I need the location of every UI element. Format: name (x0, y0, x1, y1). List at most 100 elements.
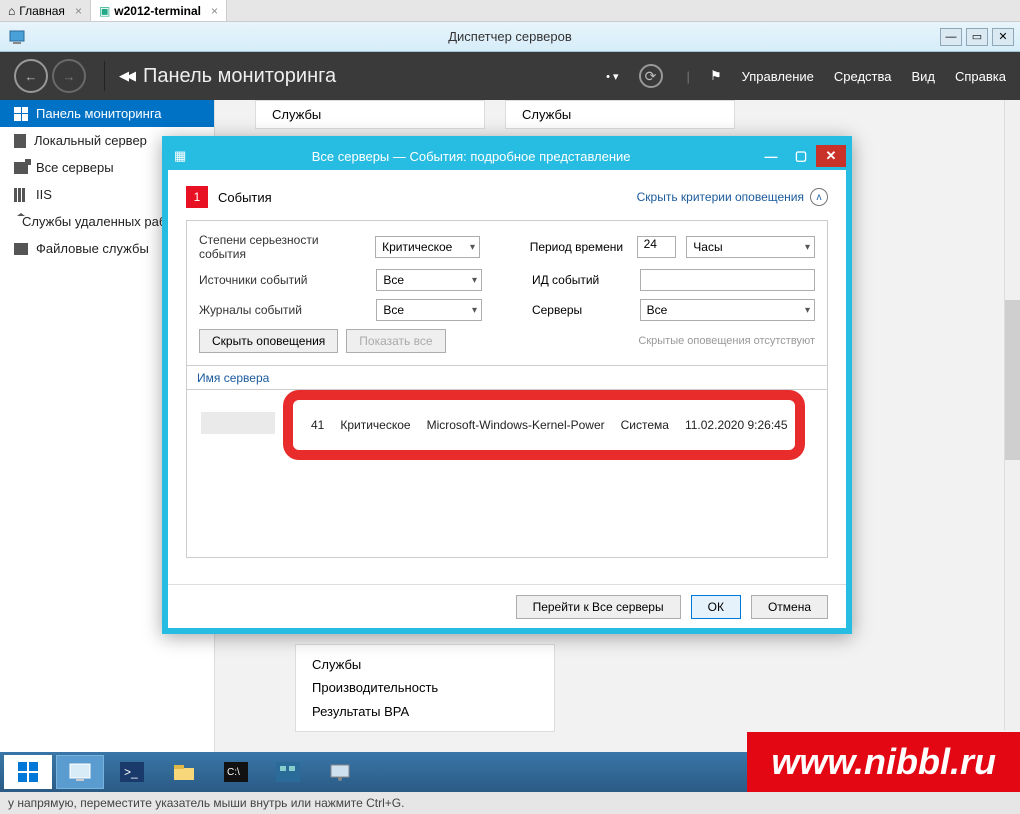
eventid-label: ИД событий (532, 273, 630, 287)
dialog-close-button[interactable]: ✕ (816, 145, 846, 167)
grid-body: 41 Критическое Microsoft-Windows-Kernel-… (186, 390, 828, 558)
app-icon (8, 28, 26, 46)
close-icon[interactable]: × (211, 4, 218, 18)
card-services-1[interactable]: Службы (255, 100, 485, 129)
banner-text: www.nibbl.ru (771, 741, 996, 783)
taskbar-powershell[interactable]: >_ (108, 755, 156, 789)
goto-servers-button[interactable]: Перейти к Все серверы (516, 595, 681, 619)
cell-severity: Критическое (340, 418, 410, 432)
separator: | (687, 69, 690, 84)
taskbar-app1[interactable] (264, 755, 312, 789)
browser-tab-terminal[interactable]: ▣ w2012-terminal × (91, 0, 227, 21)
status-text: у напрямую, переместите указатель мыши в… (8, 796, 404, 810)
servers-icon (14, 162, 28, 174)
cell-log: Система (621, 418, 669, 432)
browser-tabs: ⌂ Главная × ▣ w2012-terminal × (0, 0, 1020, 22)
window-titlebar: Диспетчер серверов — ▭ ✕ (0, 22, 1020, 52)
menu-help[interactable]: Справка (955, 69, 1006, 84)
svg-text:C:\: C:\ (227, 767, 240, 778)
maximize-button[interactable]: ▭ (966, 28, 988, 46)
start-button[interactable] (4, 755, 52, 789)
none-hidden-label: Скрытые оповещения отсутствуют (638, 335, 815, 347)
grid-header[interactable]: Имя сервера (186, 366, 828, 390)
event-row[interactable]: 41 Критическое Microsoft-Windows-Kernel-… (311, 418, 788, 432)
card-summary: Службы Производительность Результаты BPA (295, 644, 555, 732)
status-bar: у напрямую, переместите указатель мыши в… (0, 792, 1020, 814)
tab-label: Главная (19, 4, 65, 18)
servers-select[interactable]: Все (640, 299, 815, 321)
server-name-cell-blurred (201, 412, 275, 434)
events-label: События (218, 190, 272, 205)
hide-criteria-link[interactable]: Скрыть критерии оповещения ʌ (637, 188, 828, 206)
menu-tools[interactable]: Средства (834, 69, 892, 84)
home-icon: ⌂ (8, 4, 15, 18)
sidebar-label: Файловые службы (36, 241, 149, 256)
event-count-badge: 1 (186, 186, 208, 208)
dialog-titlebar: ▦ Все серверы — События: подробное предс… (168, 142, 846, 170)
dialog-minimize-button[interactable]: — (756, 145, 786, 167)
show-all-button[interactable]: Показать все (346, 329, 445, 353)
dialog-title: Все серверы — События: подробное предста… (186, 149, 756, 164)
card-line[interactable]: Производительность (312, 676, 538, 699)
cell-id: 41 (311, 418, 324, 432)
watermark-banner: www.nibbl.ru (747, 732, 1020, 792)
period-input[interactable]: 24 (637, 236, 677, 258)
server-icon: ▣ (99, 4, 110, 18)
menu-manage[interactable]: Управление (742, 69, 814, 84)
sources-select[interactable]: Все (376, 269, 482, 291)
close-button[interactable]: ✕ (992, 28, 1014, 46)
taskbar-app2[interactable] (316, 755, 364, 789)
taskbar-server-manager[interactable] (56, 755, 104, 789)
card-line[interactable]: Службы (312, 653, 538, 676)
servers-label: Серверы (532, 303, 630, 317)
dialog-body: 1 События Скрыть критерии оповещения ʌ С… (168, 170, 846, 584)
forward-button[interactable]: → (52, 59, 86, 93)
logs-label: Журналы событий (199, 303, 366, 317)
dialog-maximize-button[interactable]: ▢ (786, 145, 816, 167)
scrollbar-thumb[interactable] (1005, 300, 1020, 460)
tab-label: w2012-terminal (114, 4, 201, 18)
menu-view[interactable]: Вид (911, 69, 935, 84)
sidebar-label: Все серверы (36, 160, 114, 175)
breadcrumb-back[interactable]: ◀◀ (119, 68, 133, 84)
cell-source: Microsoft-Windows-Kernel-Power (427, 418, 605, 432)
cancel-button[interactable]: Отмена (751, 595, 828, 619)
taskbar-explorer[interactable] (160, 755, 208, 789)
sources-label: Источники событий (199, 273, 366, 287)
dialog-footer: Перейти к Все серверы ОК Отмена (168, 584, 846, 628)
sidebar-label: Панель мониторинга (36, 106, 162, 121)
back-button[interactable]: ← (14, 59, 48, 93)
sidebar-label: Локальный сервер (34, 133, 147, 148)
eventid-input[interactable] (640, 269, 815, 291)
dialog-icon: ▦ (174, 148, 186, 164)
ok-button[interactable]: ОК (691, 595, 741, 619)
cell-datetime: 11.02.2020 9:26:45 (685, 418, 788, 432)
events-dialog: ▦ Все серверы — События: подробное предс… (162, 136, 852, 634)
card-line[interactable]: Результаты BPA (312, 700, 538, 723)
card-services-2[interactable]: Службы (505, 100, 735, 129)
browser-tab-home[interactable]: ⌂ Главная × (0, 0, 91, 21)
severity-label: Степени серьезности события (199, 233, 365, 261)
svg-text:>_: >_ (124, 765, 138, 779)
hide-alerts-button[interactable]: Скрыть оповещения (199, 329, 338, 353)
logs-select[interactable]: Все (376, 299, 482, 321)
header-ribbon: ← → ◀◀ Панель мониторинга • ▾ ⟳ | ⚑ Упра… (0, 52, 1020, 100)
close-icon[interactable]: × (75, 4, 82, 18)
severity-select[interactable]: Критическое (375, 236, 480, 258)
dashboard-icon (14, 107, 28, 121)
sidebar-item-dashboard[interactable]: Панель мониторинга (0, 100, 214, 127)
iis-icon (14, 188, 28, 202)
period-unit-select[interactable]: Часы (686, 236, 815, 258)
taskbar-cmd[interactable]: C:\ (212, 755, 260, 789)
chevron-up-icon: ʌ (810, 188, 828, 206)
minimize-button[interactable]: — (940, 28, 962, 46)
server-icon (14, 134, 26, 148)
sidebar-label: IIS (36, 187, 52, 202)
window-title: Диспетчер серверов (448, 29, 572, 44)
flag-icon[interactable]: ⚑ (710, 68, 722, 84)
filter-panel: Степени серьезности события Критическое … (186, 220, 828, 366)
dropdown-caret[interactable]: • ▾ (606, 70, 618, 83)
refresh-icon[interactable]: ⟳ (639, 64, 663, 88)
file-icon (14, 243, 28, 255)
vertical-scrollbar[interactable] (1004, 100, 1020, 730)
